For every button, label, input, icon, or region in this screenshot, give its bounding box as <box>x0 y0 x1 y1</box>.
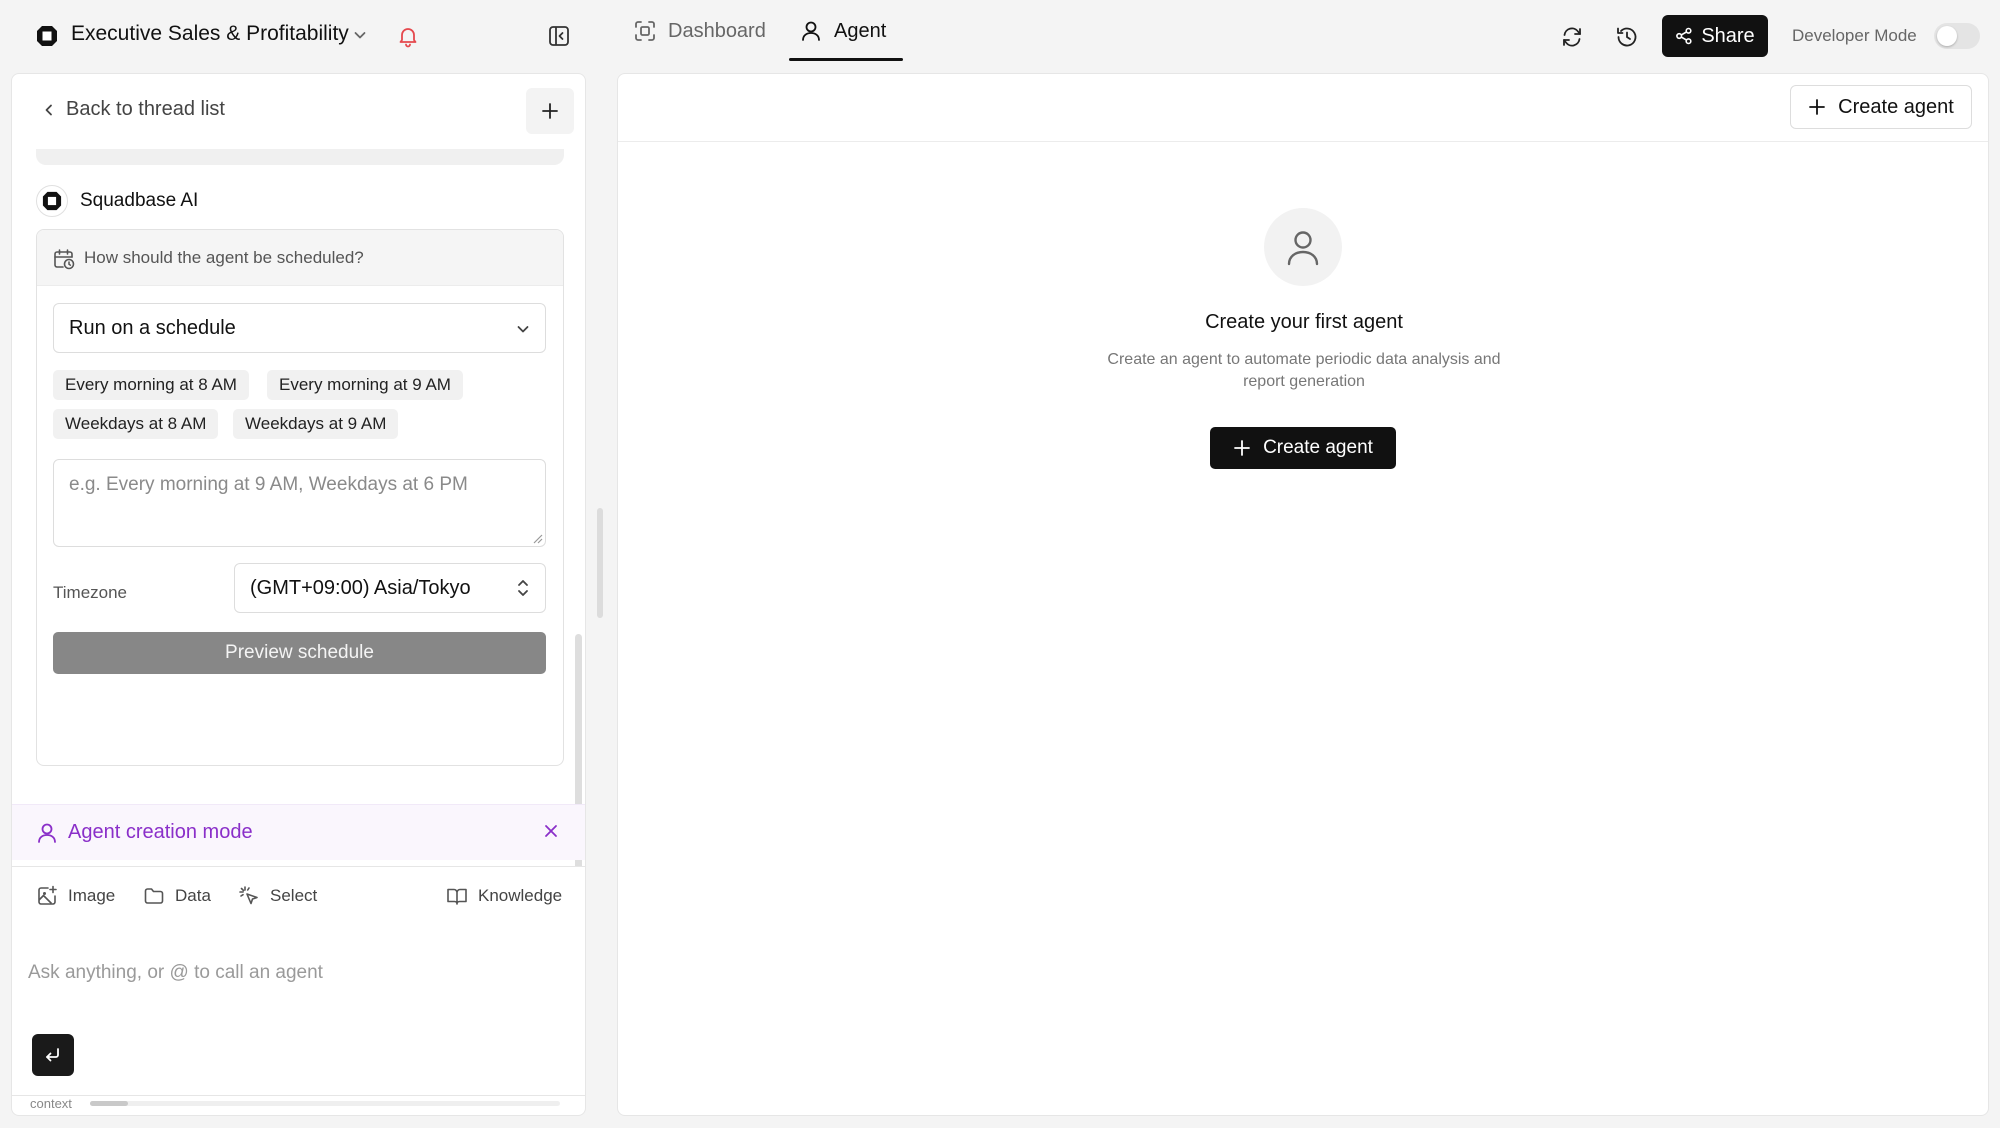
app-title[interactable]: Executive Sales & Profitability <box>71 22 349 46</box>
user-icon <box>36 822 58 844</box>
image-tool-button[interactable]: Image <box>36 885 115 907</box>
schedule-mode-value: Run on a schedule <box>69 317 236 339</box>
app-logo-icon <box>36 25 58 47</box>
data-tool-button[interactable]: Data <box>143 885 211 907</box>
schedule-question: How should the agent be scheduled? <box>84 248 364 267</box>
image-plus-icon <box>36 885 58 907</box>
context-label: context <box>30 1096 72 1111</box>
chevron-up-down-icon <box>515 577 531 599</box>
chevron-down-icon[interactable] <box>352 27 368 43</box>
preset-chip[interactable]: Weekdays at 8 AM <box>53 409 219 439</box>
preset-chip[interactable]: Every morning at 8 AM <box>53 370 249 400</box>
close-icon[interactable] <box>542 822 560 840</box>
empty-state-title: Create your first agent <box>1205 311 1403 333</box>
new-thread-button[interactable] <box>526 88 574 134</box>
send-button[interactable] <box>32 1034 74 1076</box>
custom-schedule-placeholder: e.g. Every morning at 9 AM, Weekdays at … <box>69 474 468 495</box>
preview-schedule-button[interactable]: Preview schedule <box>53 632 546 674</box>
chevron-down-icon <box>515 321 531 337</box>
enter-icon <box>43 1045 63 1065</box>
image-tool-label: Image <box>68 886 116 905</box>
knowledge-label: Knowledge <box>478 886 563 905</box>
developer-mode-toggle[interactable] <box>1934 23 1980 49</box>
tab-agent[interactable]: Agent <box>800 0 886 62</box>
developer-mode-label: Developer Mode <box>1792 26 1917 45</box>
plus-icon <box>1233 439 1251 457</box>
timezone-select[interactable]: (GMT+09:00) Asia/Tokyo <box>234 563 546 613</box>
timezone-label: Timezone <box>53 583 128 602</box>
select-tool-button[interactable]: Select <box>238 885 317 907</box>
select-tool-label: Select <box>270 886 318 905</box>
squadbase-logo-icon <box>42 191 62 211</box>
history-icon[interactable] <box>1615 25 1639 49</box>
tab-agent-label: Agent <box>834 19 887 42</box>
empty-state-avatar <box>1264 208 1342 286</box>
schedule-card: How should the agent be scheduled? Run o… <box>36 229 564 766</box>
custom-schedule-input[interactable]: e.g. Every morning at 9 AM, Weekdays at … <box>53 459 546 547</box>
assistant-name: Squadbase AI <box>80 190 199 211</box>
knowledge-button[interactable]: Knowledge <box>446 885 562 907</box>
timezone-value: (GMT+09:00) Asia/Tokyo <box>250 577 471 599</box>
previous-message-card <box>36 149 564 165</box>
message-composer: Image Data Select Knowledge Ask anything… <box>12 866 585 1096</box>
create-first-agent-button[interactable]: Create agent <box>1210 427 1396 469</box>
plus-icon <box>541 102 559 120</box>
active-tab-indicator <box>789 58 903 61</box>
bell-icon[interactable] <box>396 24 420 48</box>
create-first-agent-label: Create agent <box>1263 437 1373 458</box>
toggle-knob <box>1937 26 1957 46</box>
tab-dashboard[interactable]: Dashboard <box>634 0 766 62</box>
back-to-thread-list-link[interactable]: Back to thread list <box>42 98 225 121</box>
assistant-avatar <box>36 185 68 217</box>
user-icon <box>800 20 822 42</box>
share-label: Share <box>1701 24 1755 47</box>
frame-icon <box>634 20 656 42</box>
calendar-clock-icon <box>53 248 75 270</box>
user-icon <box>1283 227 1323 267</box>
create-agent-button[interactable]: Create agent <box>1790 85 1972 129</box>
top-bar: Executive Sales & Profitability Dashboar… <box>0 0 2000 72</box>
resize-handle-icon[interactable] <box>533 534 543 544</box>
context-usage-bar <box>90 1101 560 1106</box>
agents-toolbar: Create agent <box>618 74 1988 142</box>
agent-creation-mode-bar: Agent creation mode <box>12 804 585 860</box>
context-usage-fill <box>90 1101 128 1106</box>
sidebar-toggle-icon[interactable] <box>548 25 570 47</box>
data-tool-label: Data <box>175 886 211 905</box>
preset-chip[interactable]: Every morning at 9 AM <box>267 370 463 400</box>
folder-icon <box>143 885 165 907</box>
book-open-icon <box>446 885 468 907</box>
share-button[interactable]: Share <box>1662 15 1768 57</box>
plus-icon <box>1808 98 1826 116</box>
schedule-mode-select[interactable]: Run on a schedule <box>53 303 546 353</box>
schedule-card-header: How should the agent be scheduled? <box>37 230 563 286</box>
panel-resize-handle[interactable] <box>597 508 603 618</box>
tab-dashboard-label: Dashboard <box>668 19 766 42</box>
thread-panel: Back to thread list Squadbase AI How sho… <box>11 73 586 1116</box>
cursor-click-icon <box>238 885 260 907</box>
chevron-left-icon <box>42 103 56 117</box>
share-icon <box>1675 27 1693 45</box>
message-input[interactable]: Ask anything, or @ to call an agent <box>28 962 323 984</box>
create-agent-label: Create agent <box>1838 95 1954 118</box>
preset-chip[interactable]: Weekdays at 9 AM <box>233 409 399 439</box>
back-label: Back to thread list <box>66 98 225 120</box>
empty-state-description: Create an agent to automate periodic dat… <box>1107 351 1501 390</box>
agent-creation-mode-label: Agent creation mode <box>68 821 253 843</box>
agents-panel: Create agent Create your first agent Cre… <box>617 73 1989 1116</box>
refresh-icon[interactable] <box>1560 25 1584 49</box>
